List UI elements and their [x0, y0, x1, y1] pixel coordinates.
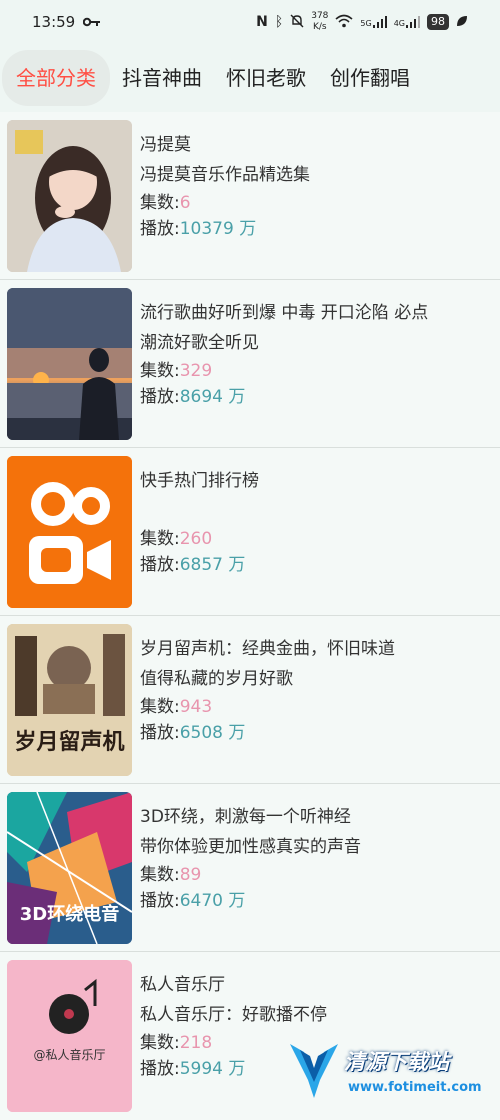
list-item[interactable]: 冯提莫 冯提莫音乐作品精选集 集数:6 播放:10379 万 [0, 112, 500, 280]
album-description: 冯提莫音乐作品精选集 [140, 165, 310, 185]
album-info: 流行歌曲好听到爆 中毒 开口沦陷 必点 潮流好歌全听见 集数:329 播放:86… [140, 298, 490, 410]
tab-covers[interactable]: 创作翻唱 [318, 50, 422, 106]
play-count: 播放:6470 万 [140, 891, 246, 911]
album-info: 岁月留声机：经典金曲，怀旧味道 值得私藏的岁月好歌 集数:943 播放:6508… [140, 634, 490, 746]
kuaishou-logo-icon [7, 456, 132, 608]
play-count: 播放:10379 万 [140, 219, 257, 239]
play-count: 播放:8694 万 [140, 387, 246, 407]
album-description: 潮流好歌全听见 [140, 333, 259, 353]
category-tabs: 全部分类 抖音神曲 怀旧老歌 创作翻唱 [0, 50, 500, 106]
tab-nostalgic-songs[interactable]: 怀旧老歌 [214, 50, 318, 106]
play-count: 播放:6857 万 [140, 555, 246, 575]
leaf-icon [456, 15, 468, 30]
watermark-url: www.fotimeit.com [348, 1080, 482, 1095]
album-cover-image: 岁月留声机 [7, 624, 132, 776]
album-description [140, 496, 490, 526]
episode-count: 集数:329 [140, 361, 213, 381]
list-item[interactable]: 流行歌曲好听到爆 中毒 开口沦陷 必点 潮流好歌全听见 集数:329 播放:86… [0, 280, 500, 448]
album-title: 私人音乐厅 [140, 975, 225, 995]
mute-icon [290, 14, 304, 31]
episode-count: 集数:260 [140, 529, 213, 549]
play-count: 播放:6508 万 [140, 723, 246, 743]
key-icon [83, 13, 101, 31]
album-title: 流行歌曲好听到爆 中毒 开口沦陷 必点 [140, 303, 429, 323]
album-cover-image [7, 120, 132, 272]
album-info: 3D环绕，刺激每一个听神经 带你体验更加性感真实的声音 集数:89 播放:647… [140, 802, 490, 914]
album-list: 冯提莫 冯提莫音乐作品精选集 集数:6 播放:10379 万 流行歌曲好听到爆 … [0, 112, 500, 1120]
watermark-name: 清源下载站 [344, 1050, 449, 1074]
watermark: 清源下载站 www.fotimeit.com [286, 1040, 486, 1106]
list-item[interactable]: 岁月留声机 岁月留声机：经典金曲，怀旧味道 值得私藏的岁月好歌 集数:943 播… [0, 616, 500, 784]
cover-text: 岁月留声机 [14, 729, 125, 755]
tab-douyin-hits[interactable]: 抖音神曲 [110, 50, 214, 106]
network-speed: 378 K/s [311, 11, 329, 32]
tab-all-categories[interactable]: 全部分类 [2, 50, 110, 106]
bluetooth-icon: ᛒ [274, 14, 284, 30]
album-title: 冯提莫 [140, 135, 191, 155]
cover-text: @私人音乐厅 [33, 1048, 106, 1062]
tab-more-partial[interactable] [422, 50, 456, 106]
status-time: 13:59 [32, 13, 76, 31]
episode-count: 集数:89 [140, 865, 202, 885]
album-info: 快手热门排行榜 集数:260 播放:6857 万 [140, 466, 490, 578]
episode-count: 集数:943 [140, 697, 213, 717]
signal-4g-icon: 4G [394, 16, 420, 28]
episode-count: 集数:6 [140, 193, 191, 213]
album-title: 岁月留声机：经典金曲，怀旧味道 [140, 639, 395, 659]
watermark-logo-icon [290, 1044, 338, 1098]
album-title: 3D环绕，刺激每一个听神经 [140, 807, 351, 827]
album-description: 私人音乐厅：好歌播不停 [140, 1005, 327, 1025]
album-cover-image: @私人音乐厅 [7, 960, 132, 1112]
list-item[interactable]: 快手热门排行榜 集数:260 播放:6857 万 [0, 448, 500, 616]
signal-5g-icon: 5G [360, 16, 387, 28]
album-title: 快手热门排行榜 [140, 471, 259, 491]
status-bar: 13:59 N ᛒ 378 K/s 5G 4G 98 [0, 0, 500, 44]
nfc-icon: N [256, 14, 268, 30]
album-description: 值得私藏的岁月好歌 [140, 669, 293, 689]
album-cover-image: 3D环绕电音 [7, 792, 132, 944]
album-info: 冯提莫 冯提莫音乐作品精选集 集数:6 播放:10379 万 [140, 130, 490, 242]
album-description: 带你体验更加性感真实的声音 [140, 837, 361, 857]
list-item[interactable]: 3D环绕电音 3D环绕，刺激每一个听神经 带你体验更加性感真实的声音 集数:89… [0, 784, 500, 952]
album-cover-image [7, 288, 132, 440]
cover-text: 3D环绕电音 [19, 904, 120, 925]
battery-indicator: 98 [427, 14, 449, 30]
wifi-icon [335, 14, 353, 31]
